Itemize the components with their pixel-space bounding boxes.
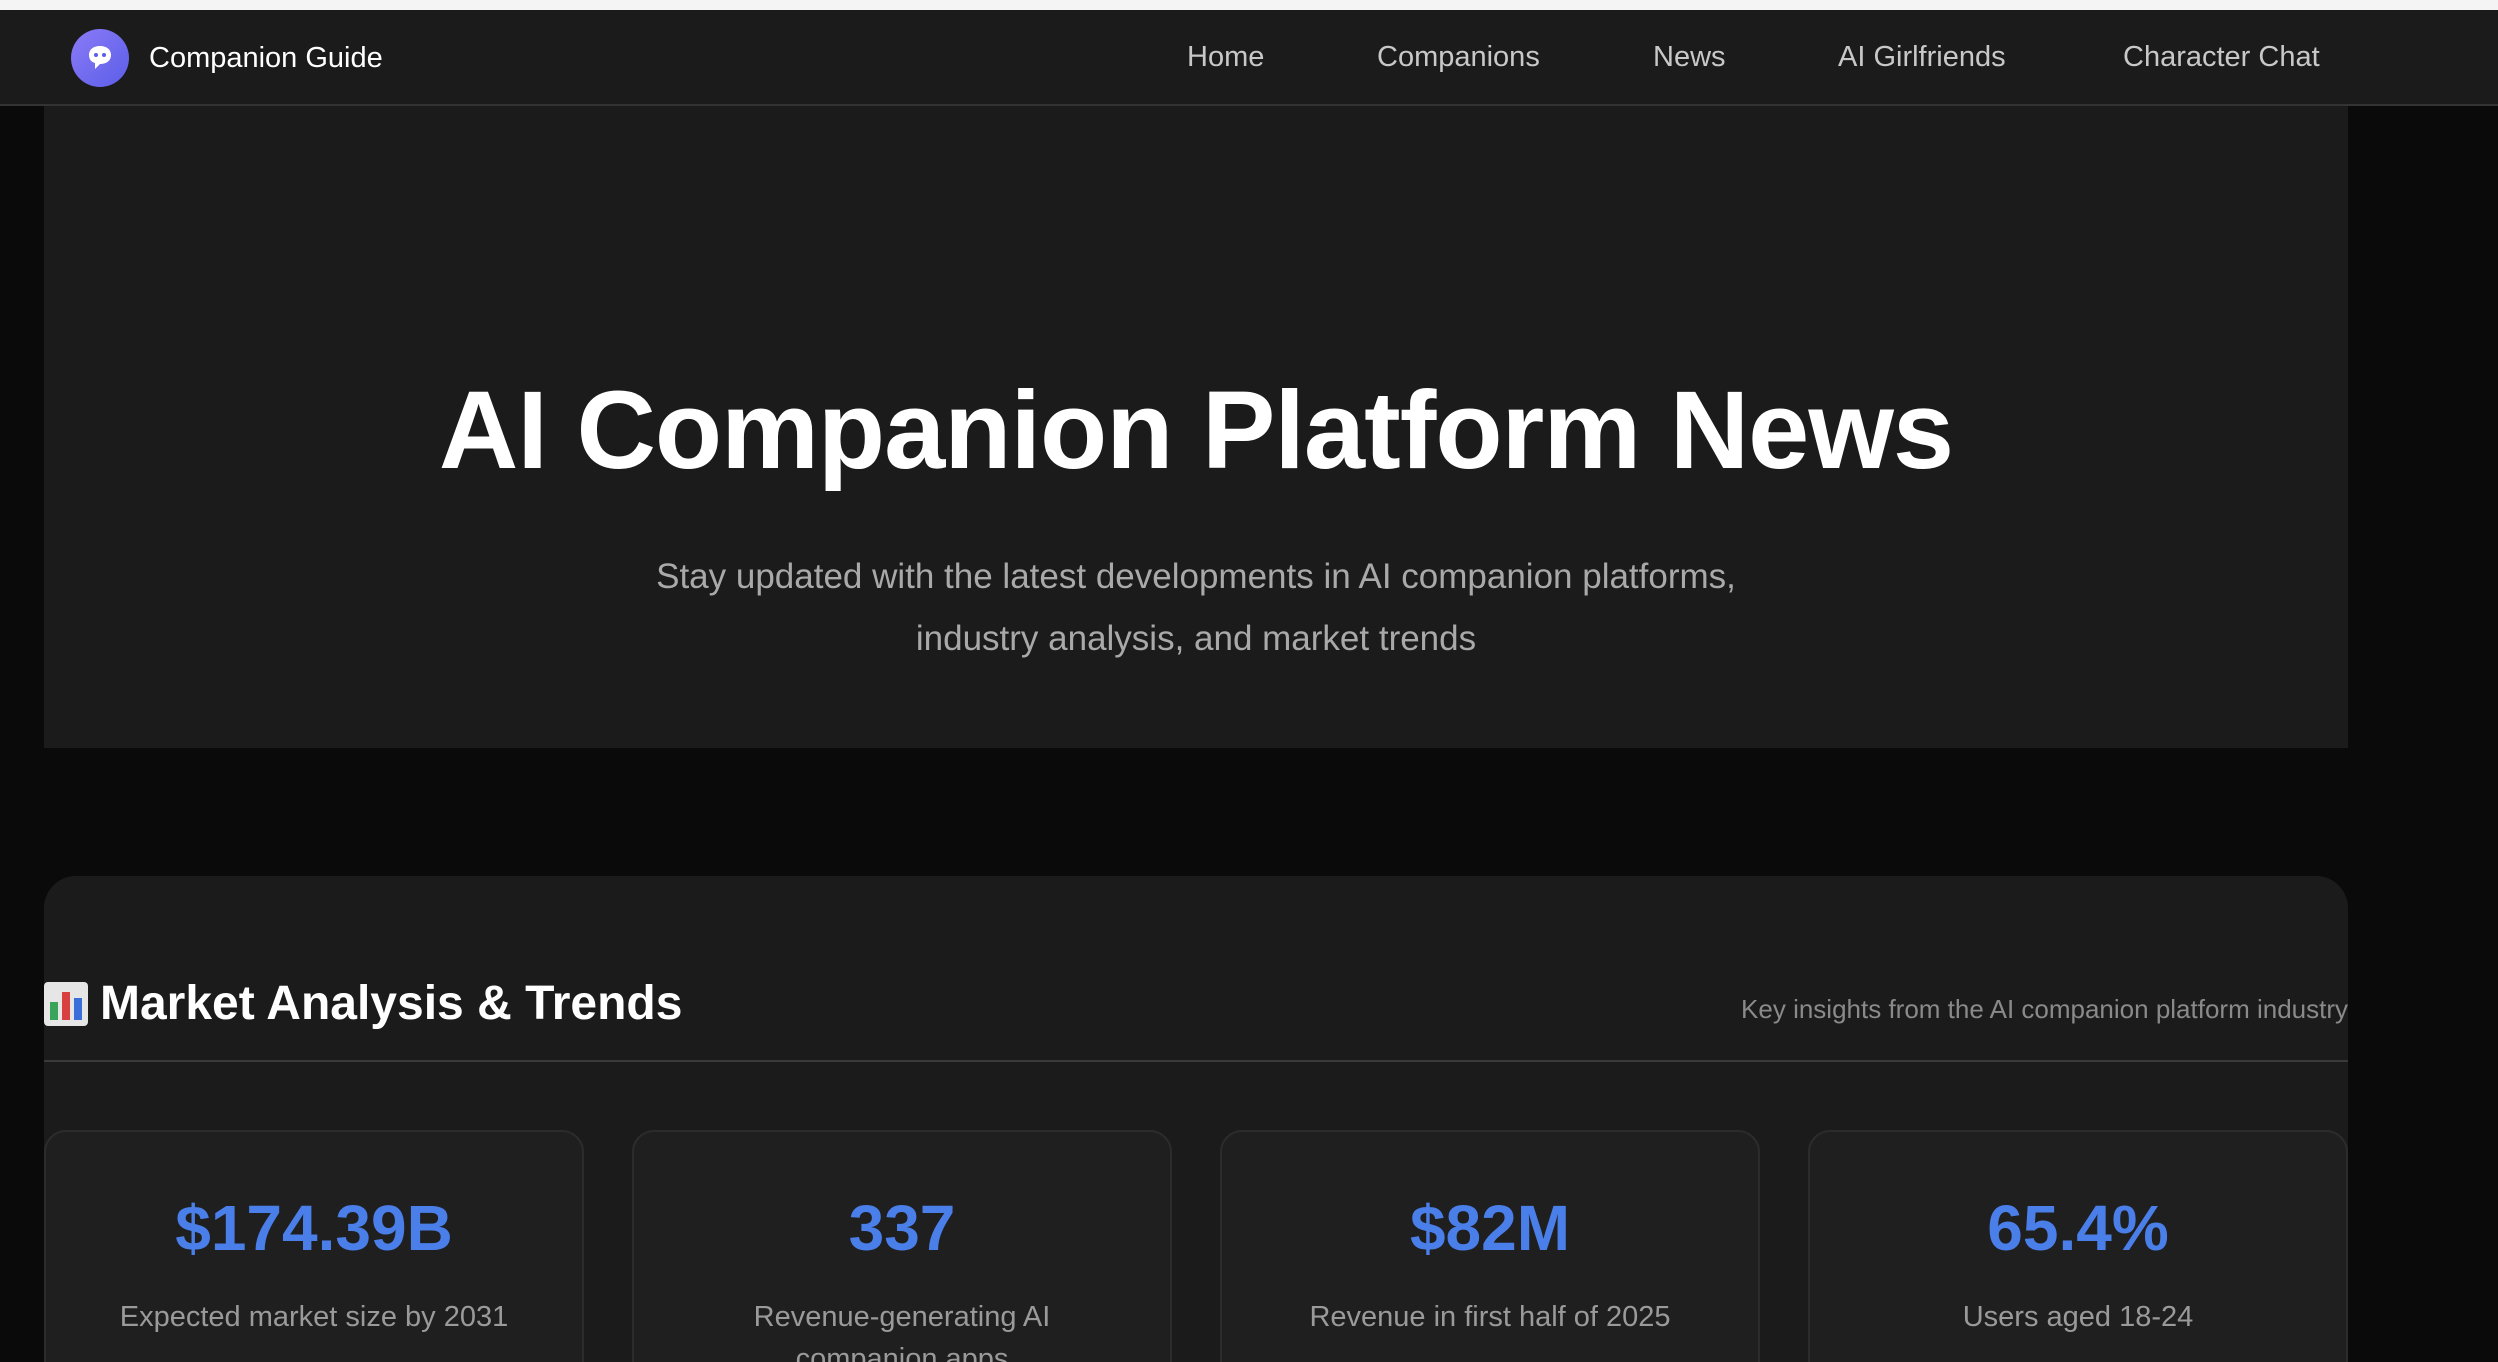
market-header: Market Analysis & Trends Key insights fr…: [44, 876, 2348, 1062]
stat-value: 65.4%: [1987, 1192, 2169, 1264]
hero-section: AI Companion Platform News Stay updated …: [44, 106, 2348, 748]
market-analysis-section: Market Analysis & Trends Key insights fr…: [44, 876, 2348, 1362]
stat-label: Users aged 18-24: [1962, 1301, 2194, 1333]
stat-card: 337 Revenue-generating AI companion apps: [632, 1130, 1172, 1362]
browser-top-strip: [0, 0, 2498, 10]
stat-value: 337: [848, 1192, 956, 1264]
stat-label: Revenue in first half of 2025: [1309, 1301, 1671, 1333]
nav-home[interactable]: Home: [1187, 10, 1264, 104]
stat-value: $82M: [1409, 1192, 1571, 1264]
hero-subtitle-line-2: industry analysis, and market trends: [915, 619, 1477, 658]
stat-value: $174.39B: [175, 1192, 453, 1264]
navbar: Companion Guide Home Companions News AI …: [0, 10, 2498, 106]
bar-chart-icon: [44, 981, 88, 1026]
nav-companions[interactable]: Companions: [1377, 10, 1540, 104]
nav-news[interactable]: News: [1653, 10, 1726, 104]
hero-subtitle-line-1: Stay updated with the latest development…: [656, 557, 1736, 596]
stat-card: 65.4% Users aged 18-24: [1808, 1130, 2348, 1362]
market-title-text: Market Analysis & Trends: [100, 977, 683, 1030]
nav-character-chat[interactable]: Character Chat: [2123, 10, 2320, 104]
nav-ai-girlfriends[interactable]: AI Girlfriends: [1838, 10, 2006, 104]
nav-links: Home Companions News AI Girlfriends Char…: [0, 10, 2498, 104]
page-title: AI Companion Platform News: [438, 369, 1954, 492]
stat-label: Revenue-generating AI companion apps: [753, 1301, 1051, 1362]
stat-label: Expected market size by 2031: [119, 1301, 509, 1333]
hero-subtitle: Stay updated with the latest development…: [596, 546, 1796, 670]
market-subtitle: Key insights from the AI companion platf…: [1741, 994, 2348, 1024]
stat-card: $174.39B Expected market size by 2031: [44, 1130, 584, 1362]
page: Companion Guide Home Companions News AI …: [0, 0, 2498, 1362]
stat-card: $82M Revenue in first half of 2025: [1220, 1130, 1760, 1362]
market-title: Market Analysis & Trends: [44, 976, 682, 1031]
